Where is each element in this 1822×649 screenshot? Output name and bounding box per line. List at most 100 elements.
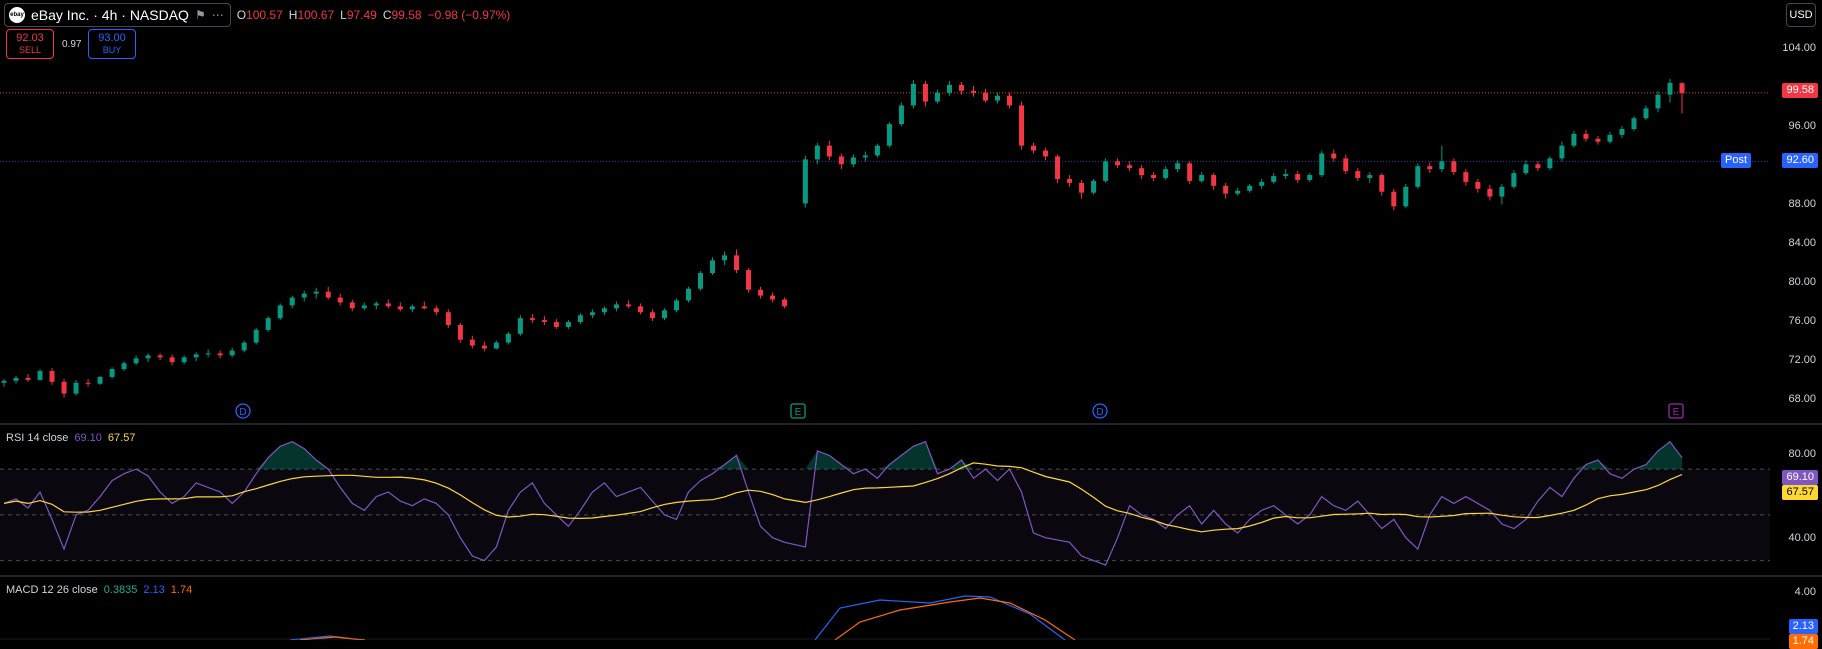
candle-body	[349, 302, 355, 309]
candle-body	[1199, 175, 1205, 181]
candle-body	[37, 371, 43, 380]
candle-body	[1583, 133, 1589, 139]
candle-body	[673, 300, 679, 311]
candle-body	[1355, 171, 1361, 178]
candle-body	[445, 312, 451, 325]
candle-body	[625, 304, 631, 307]
candle-body	[85, 382, 91, 384]
candle-body	[649, 312, 655, 319]
rsi-overbought-fill	[268, 446, 281, 470]
macd-hist-value: 0.3835	[103, 584, 138, 596]
macd-signal-line	[834, 597, 1076, 640]
candle-body	[1487, 188, 1493, 197]
price-tick: 84.00	[1788, 237, 1816, 249]
candle-body	[121, 363, 127, 370]
candle-body	[922, 83, 928, 102]
candle-body	[995, 95, 1001, 101]
candle-body	[1367, 175, 1373, 178]
candle-body	[1307, 175, 1313, 180]
candle-body	[1067, 178, 1073, 183]
candle-body	[529, 318, 535, 321]
candle-body	[1175, 163, 1181, 170]
candle-body	[457, 324, 463, 340]
rsi-tick: 40.00	[1788, 532, 1816, 544]
chart-canvas[interactable]: DEDE	[0, 0, 1822, 640]
candle-body	[97, 376, 103, 384]
buy-button[interactable]: 93.00 BUY	[88, 29, 136, 59]
candle-body	[421, 306, 427, 309]
rsi-overbought-fill	[961, 460, 974, 470]
candle-body	[193, 354, 199, 358]
candle-body	[1211, 175, 1217, 186]
macd-value-tag: 2.13	[1788, 619, 1818, 634]
candle-body	[1559, 145, 1565, 159]
candle-body	[874, 145, 880, 156]
candle-body	[758, 289, 764, 296]
candle-body	[970, 90, 976, 93]
flag-icon[interactable]: ⚑	[195, 8, 206, 22]
candle-body	[301, 293, 307, 298]
candle-body	[541, 320, 547, 323]
macd-legend[interactable]: MACD 12 26 close 0.3835 2.13 1.74	[6, 584, 192, 596]
candle-body	[397, 306, 403, 310]
symbol-title[interactable]: eBay Inc. · 4h · NASDAQ	[31, 7, 189, 23]
rsi-overbought-fill	[1585, 460, 1598, 470]
more-horizontal-icon[interactable]: ⋯	[212, 8, 224, 22]
ebay-logo: ebay	[9, 7, 25, 23]
candle-body	[1283, 174, 1289, 177]
candle-body	[1655, 94, 1661, 109]
price-tick: 72.00	[1788, 354, 1816, 366]
candle-body	[826, 145, 832, 157]
currency-button[interactable]: USD	[1786, 3, 1816, 27]
candle-body	[1127, 165, 1133, 169]
candle-body	[802, 159, 808, 204]
rsi-tick: 80.00	[1788, 448, 1816, 460]
candle-body	[782, 299, 788, 307]
candle-body	[1043, 150, 1049, 157]
candle-body	[698, 273, 704, 289]
candle-body	[1607, 134, 1613, 142]
candle-body	[1031, 145, 1037, 151]
rsi-legend[interactable]: RSI 14 close 69.10 67.57	[6, 432, 135, 444]
candle-body	[946, 84, 952, 93]
candle-body	[241, 342, 247, 351]
candle-body	[577, 315, 583, 323]
candle-body	[25, 377, 31, 380]
candle-body	[469, 339, 475, 346]
candle-body	[710, 260, 716, 274]
candle-body	[229, 350, 235, 356]
candle-body	[505, 333, 511, 343]
candle-body	[1019, 105, 1025, 146]
macd-value: 2.13	[143, 584, 165, 596]
high-value: 100.67	[297, 8, 335, 22]
candle-body	[385, 303, 391, 307]
event-label: E	[795, 407, 802, 418]
candle-body	[73, 382, 79, 394]
symbol-pill[interactable]: ebay eBay Inc. · 4h · NASDAQ ⚑ ⋯	[4, 3, 231, 27]
candle-body	[1379, 175, 1385, 192]
candle-body	[1079, 182, 1085, 193]
candle-body	[253, 329, 259, 343]
candle-body	[1091, 180, 1097, 193]
candle-body	[1319, 153, 1325, 176]
close-value: 99.58	[391, 8, 422, 22]
candle-body	[265, 318, 271, 330]
candle-body	[1511, 173, 1517, 187]
candle-body	[1667, 82, 1673, 95]
candle-body	[661, 310, 667, 319]
candle-body	[1115, 161, 1121, 166]
open-label: O	[236, 8, 247, 22]
candle-body	[613, 304, 619, 309]
change-value: −0.98 (−0.97%)	[427, 8, 511, 22]
candle-body	[1391, 191, 1397, 207]
candle-body	[1151, 175, 1157, 178]
trade-buttons: 92.03 SELL 0.97 93.00 BUY	[6, 29, 136, 59]
candle-body	[898, 105, 904, 125]
candle-body	[373, 303, 379, 306]
candle-body	[1643, 108, 1649, 119]
macd-title: MACD 12 26 close	[6, 584, 98, 596]
candle-body	[838, 156, 844, 165]
chart-header: ebay eBay Inc. · 4h · NASDAQ ⚑ ⋯ O100.57…	[4, 3, 510, 27]
sell-button[interactable]: 92.03 SELL	[6, 29, 54, 59]
candle-body	[1631, 118, 1637, 129]
